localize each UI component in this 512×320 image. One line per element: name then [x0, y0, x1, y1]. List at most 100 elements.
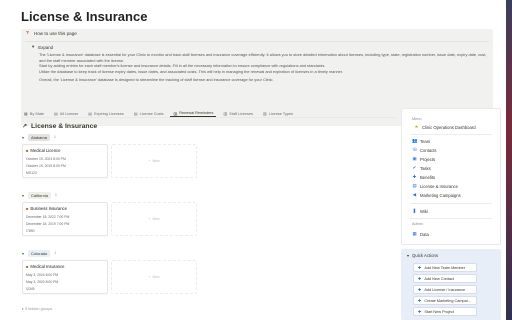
window-edge [506, 0, 512, 320]
tab-staff-licenses[interactable]: ▥ Staff Licenses [220, 110, 256, 117]
board-icon: ▥ [173, 110, 178, 116]
briefcase-icon: ■ [26, 264, 29, 269]
menu-item-projects[interactable]: ▣ Projects [412, 156, 435, 162]
start-project-button[interactable]: ✚ Start New Project [413, 307, 477, 316]
plus-icon: ✚ [418, 276, 422, 281]
view-tabs: ▦ By State ▤ All License ▤ Expiring License… [21, 110, 397, 118]
menu-item-data[interactable]: ▦ Data [412, 231, 429, 237]
triangle-right-icon: ▸ [22, 307, 24, 311]
question-icon: ? [26, 31, 29, 36]
page-title: License & Insurance [21, 9, 148, 24]
menu-item-label: Tasks [420, 165, 431, 171]
database-icon: ▦ [412, 231, 417, 236]
menu-item-team[interactable]: 👥 Team [412, 138, 430, 144]
add-team-member-button[interactable]: ✚ Add New Team Member [413, 263, 477, 272]
new-label: New [152, 217, 160, 221]
menu-item-dashboard[interactable]: ★ Clinic Operations Dashboard [414, 124, 476, 130]
description-paragraph: Utilize the database to keep track of li… [39, 68, 343, 74]
tab-renewal-reminders[interactable]: ▥ Renewal Reminders [170, 110, 217, 117]
group-header[interactable]: ▾ Colorado 1 [22, 249, 398, 257]
new-label: New [152, 159, 160, 163]
hidden-groups-toggle[interactable]: ▸ 5 hidden groups [22, 306, 52, 311]
how-to-toggle[interactable]: ? How to use this page [26, 31, 77, 36]
license-card[interactable]: ■ Medical Insurance May 3, 2024 8:00 PM M… [22, 260, 108, 294]
plus-icon: + [148, 217, 151, 221]
new-card-button[interactable]: + New [111, 202, 197, 236]
group-state-pill: Colorado [28, 249, 51, 257]
menu-item-label: License & Insurance [420, 183, 458, 189]
card-expiry-date: December 18, 2022 7:00 PM [26, 215, 70, 219]
group-state-pill: Alabama [28, 133, 50, 141]
board-icon: ▥ [223, 111, 228, 116]
card-issue-date: December 18, 2019 7:00 PM [26, 222, 70, 226]
group-header[interactable]: ▾ California 1 [22, 191, 398, 199]
group-count: 1 [53, 135, 56, 139]
divider [410, 203, 492, 204]
tab-label: All License [59, 111, 79, 116]
add-license-button[interactable]: ✚ Add License / Insurance [413, 285, 477, 294]
page: License & Insurance ? How to use this pa… [0, 0, 506, 320]
menu-item-contacts[interactable]: ☏ Contacts [412, 147, 437, 153]
plus-icon: ✚ [418, 309, 422, 314]
license-card[interactable]: ■ Business Insurance December 18, 2022 7:… [22, 202, 108, 236]
card-registration-number: I2345 [26, 287, 35, 291]
table-icon: ▤ [133, 111, 138, 116]
menu-item-wiki[interactable]: ❚ Wiki [412, 208, 428, 214]
menu-label: Menu [412, 117, 422, 121]
license-card[interactable]: ■ Medical Licence October 19, 2023 8:00 P… [22, 144, 108, 178]
new-card-button[interactable]: + New [111, 260, 197, 294]
description-paragraph: Overall, the 'License & Insurance' datab… [39, 77, 274, 83]
tab-label: Expiring Licenses [94, 111, 124, 116]
check-icon: ✔ [412, 165, 417, 170]
how-to-header: How to use this page [33, 31, 77, 36]
create-marketing-campaign-button[interactable]: ✚ Create Marketing Campai... [413, 296, 477, 305]
triangle-down-icon: ▾ [32, 44, 35, 49]
database-title[interactable]: ↗ License & Insurance [22, 123, 97, 130]
plus-icon: ✚ [418, 265, 422, 270]
new-label: New [152, 275, 160, 279]
tab-by-state[interactable]: ▦ By State [21, 110, 47, 117]
menu-item-license-insurance[interactable]: ▤ License & Insurance [412, 183, 458, 189]
menu-item-label: Data [420, 231, 429, 237]
tab-label: License Costs [139, 111, 164, 116]
tab-label: Renewal Reminders [179, 111, 214, 115]
card-expiry-date: May 3, 2024 8:00 PM [26, 273, 59, 277]
plus-icon: + [148, 275, 151, 279]
quick-actions-toggle[interactable]: ▾ Quick Actions [407, 253, 438, 258]
expand-toggle[interactable]: ▾ Expand [32, 44, 53, 50]
phone-icon: ☏ [412, 147, 418, 152]
plus-icon: ✚ [418, 287, 422, 292]
briefcase-icon: ■ [26, 148, 29, 153]
folder-icon: ▣ [412, 156, 417, 161]
tab-license-types[interactable]: ▥ License Types [260, 110, 296, 117]
card-registration-number: MS123 [26, 171, 37, 175]
card-title: Medical Licence [30, 148, 61, 153]
button-label: Create Marketing Campai... [424, 298, 471, 303]
menu-item-tasks[interactable]: ✔ Tasks [412, 165, 431, 171]
card-title: Business Insurance [30, 206, 67, 211]
group-state-pill: California [28, 191, 51, 199]
tab-label: Staff Licenses [229, 111, 254, 116]
people-icon: 👥 [412, 138, 418, 143]
menu-item-marketing-campaigns[interactable]: ◀ Marketing Campaigns [412, 192, 461, 198]
add-contact-button[interactable]: ✚ Add New Contact [413, 274, 477, 283]
star-icon: ★ [414, 124, 419, 129]
menu-item-label: Projects [420, 156, 436, 162]
id-card-icon: ▤ [412, 183, 417, 188]
database-title-text: License & Insurance [31, 123, 98, 130]
description-paragraph: The 'License & Insurance' database is es… [39, 52, 487, 63]
menu-item-benefits[interactable]: ✚ Benefits [412, 174, 435, 180]
button-label: Add License / Insurance [424, 287, 466, 292]
tab-license-costs[interactable]: ▤ License Costs [131, 110, 167, 117]
megaphone-icon: ◀ [412, 192, 417, 197]
card-title: Medical Insurance [30, 264, 65, 269]
tab-expiring-licenses[interactable]: ▤ Expiring Licenses [85, 110, 127, 117]
tab-label: License Types [268, 111, 293, 116]
badge-icon: ✚ [412, 174, 417, 179]
new-card-button[interactable]: + New [111, 144, 197, 178]
group-count: 1 [54, 251, 57, 255]
divider [25, 41, 489, 42]
group-header[interactable]: ▾ Alabama 1 [22, 133, 398, 141]
board-group: ▾ Colorado 1 ■ Medical Insurance May 3, 2… [22, 249, 398, 301]
tab-all-license[interactable]: ▤ All License [51, 110, 81, 117]
